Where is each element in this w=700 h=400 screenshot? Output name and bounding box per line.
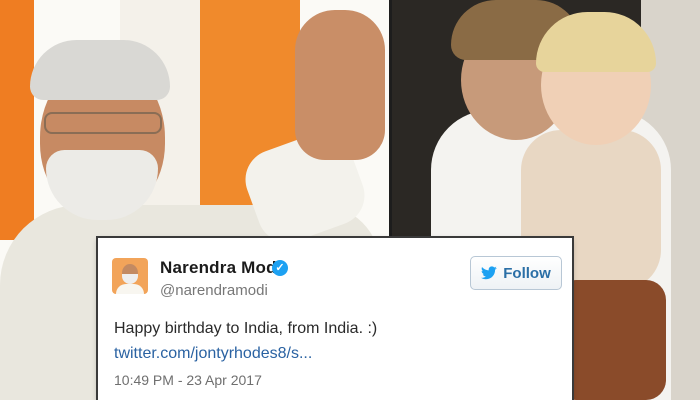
tweet-text: Happy birthday to India, from India. :) [114, 320, 378, 337]
tweet-card: Narendra Modi ✓ @narendramodi Follow Hap… [98, 238, 572, 400]
verified-check-icon: ✓ [272, 260, 288, 276]
person-glasses [44, 112, 162, 134]
waving-hand [295, 10, 385, 160]
user-handle[interactable]: @narendramodi [160, 282, 268, 299]
follow-label: Follow [503, 264, 551, 282]
follow-button[interactable]: Follow [470, 256, 562, 290]
twitter-bird-icon [481, 266, 497, 280]
avatar[interactable] [112, 258, 148, 294]
person-hair [30, 40, 170, 100]
flag-stripe [0, 0, 34, 240]
child-skirt [556, 280, 666, 400]
display-name[interactable]: Narendra Modi [160, 258, 282, 278]
tweet-link[interactable]: twitter.com/jontyrhodes8/s... [114, 345, 312, 363]
tweet-timestamp[interactable]: 10:49 PM - 23 Apr 2017 [114, 372, 262, 388]
